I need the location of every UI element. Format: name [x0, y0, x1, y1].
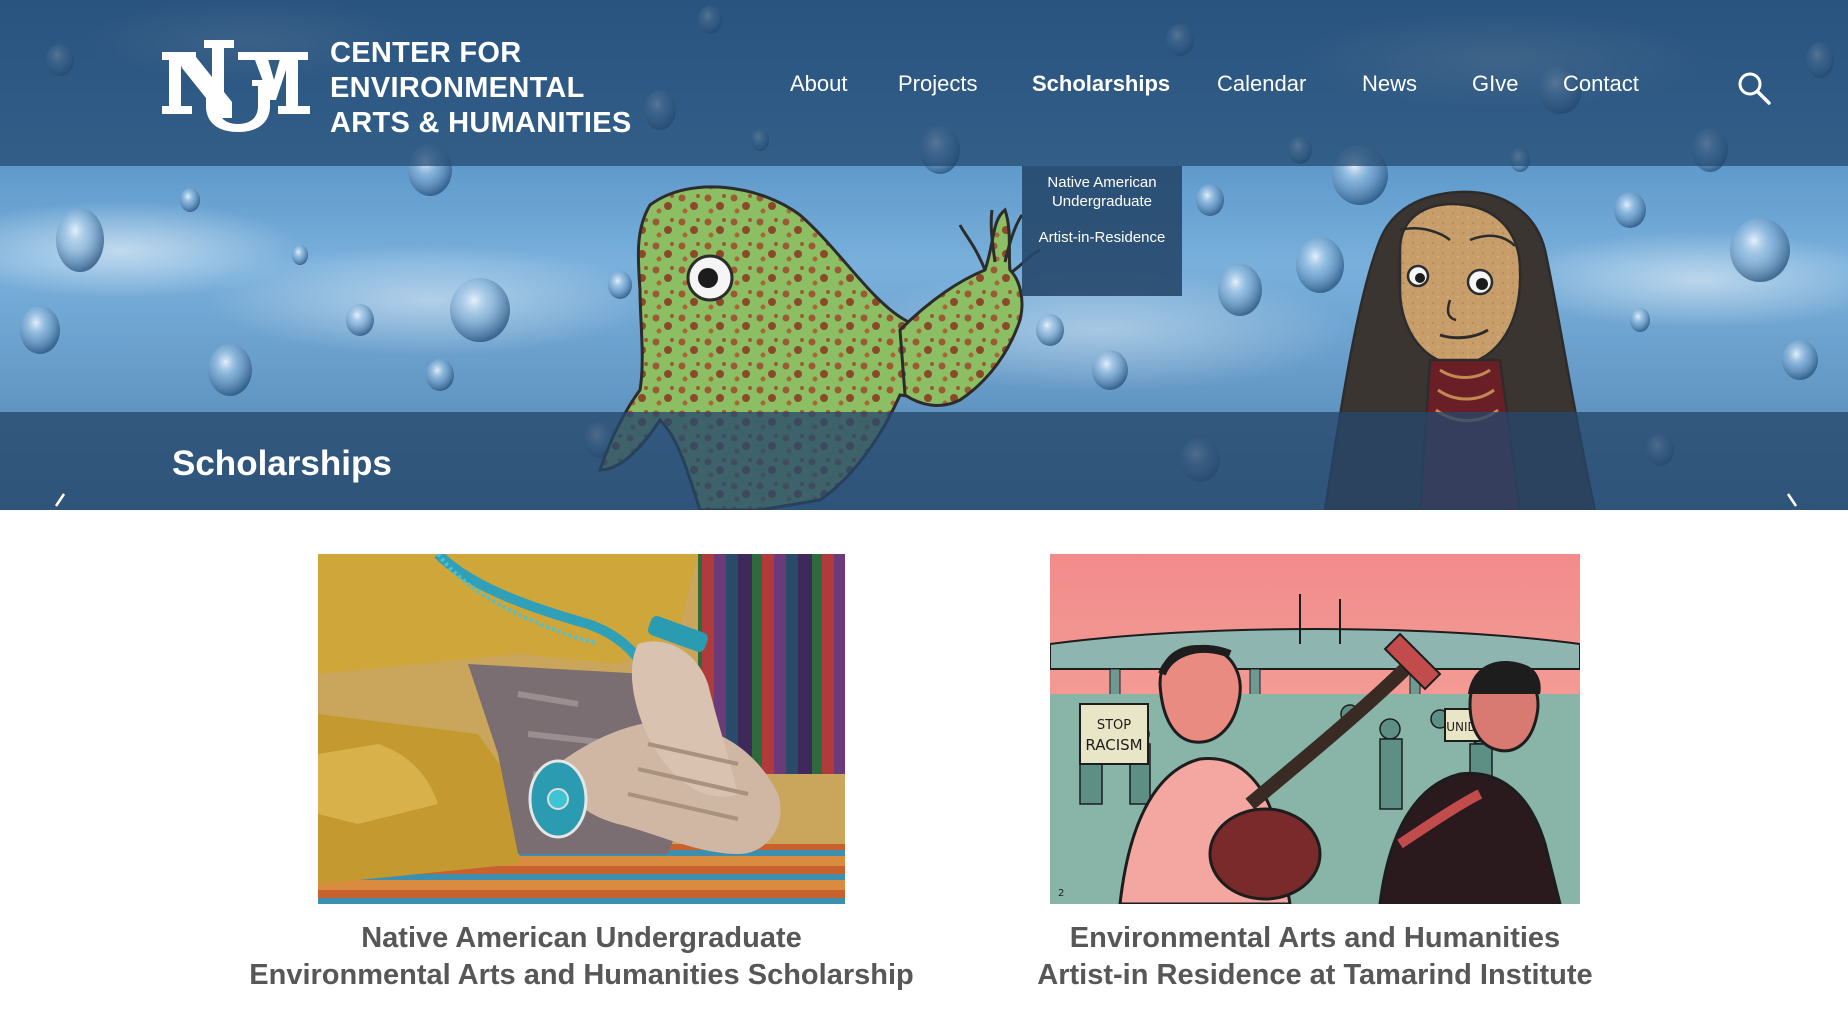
nav-item-calendar[interactable]: Calendar: [1217, 70, 1306, 98]
card-title-artist-in-residence[interactable]: Environmental Arts and Humanities Artist…: [922, 920, 1708, 994]
site-title-line-3: ARTS & HUMANITIES: [330, 107, 632, 139]
hands-photo[interactable]: [318, 554, 845, 904]
search-icon[interactable]: [1736, 70, 1772, 106]
page-title: Scholarships: [172, 444, 392, 483]
unm-logo-icon[interactable]: [162, 40, 312, 132]
chevron-right-icon[interactable]: [1782, 492, 1802, 512]
card-title-line-2: Environmental Arts and Humanities Schola…: [249, 959, 914, 991]
nav-item-scholarships[interactable]: Scholarships: [1032, 70, 1170, 98]
nav-item-give[interactable]: GIve: [1472, 70, 1518, 98]
dropdown-item-artist-in-residence[interactable]: Artist-in-Residence: [1022, 229, 1182, 248]
nav-item-contact[interactable]: Contact: [1563, 70, 1639, 98]
svg-text:STOP: STOP: [1097, 718, 1131, 733]
card-title-line-2: Artist-in Residence at Tamarind Institut…: [1037, 959, 1593, 991]
musicians-illustration[interactable]: STOP RACISM UNIDOS 2: [1050, 554, 1580, 904]
dropdown-item-native-american-undergraduate[interactable]: Native American Undergraduate: [1022, 174, 1182, 211]
card-title-native-american[interactable]: Native American Undergraduate Environmen…: [190, 920, 973, 994]
svg-text:RACISM: RACISM: [1085, 736, 1142, 754]
site-title[interactable]: CENTER FOR ENVIRONMENTAL ARTS & HUMANITI…: [330, 36, 632, 141]
chevron-left-icon[interactable]: [50, 492, 70, 512]
nav-item-news[interactable]: News: [1362, 70, 1417, 98]
nav-item-about[interactable]: About: [790, 70, 848, 98]
card-title-line-1: Environmental Arts and Humanities: [1069, 922, 1561, 954]
site-title-line-1: CENTER FOR: [330, 37, 522, 69]
card-title-line-1: Native American Undergraduate: [361, 922, 802, 954]
site-title-line-2: ENVIRONMENTAL: [330, 72, 585, 104]
svg-text:2: 2: [1058, 888, 1064, 899]
scholarships-dropdown: Native American Undergraduate Artist-in-…: [1022, 166, 1182, 296]
nav-item-projects[interactable]: Projects: [898, 70, 977, 98]
